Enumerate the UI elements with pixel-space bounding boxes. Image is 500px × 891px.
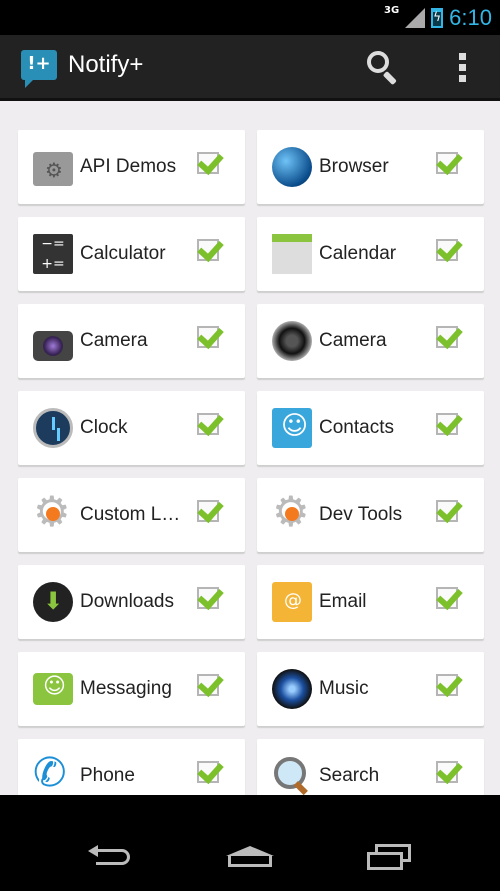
status-time: 6:10 bbox=[449, 4, 492, 30]
gear-icon bbox=[33, 487, 73, 536]
camera-lens-icon bbox=[272, 321, 312, 361]
app-checkbox[interactable] bbox=[197, 500, 219, 522]
download-icon bbox=[33, 582, 73, 622]
search-button[interactable] bbox=[365, 49, 403, 87]
app-checkbox[interactable] bbox=[436, 587, 458, 609]
app-checkbox[interactable] bbox=[436, 152, 458, 174]
back-button[interactable] bbox=[88, 845, 132, 869]
app-label: Email bbox=[319, 591, 367, 612]
app-card[interactable]: Messaging bbox=[18, 652, 245, 726]
app-label: Phone bbox=[80, 765, 135, 786]
app-label: Browser bbox=[319, 156, 389, 177]
app-label: Messaging bbox=[80, 678, 172, 699]
app-checkbox[interactable] bbox=[436, 413, 458, 435]
app-card[interactable]: Downloads bbox=[18, 565, 245, 639]
network-type: 3G bbox=[384, 5, 400, 16]
app-label: Music bbox=[319, 678, 369, 699]
phone-icon bbox=[33, 750, 73, 795]
app-list[interactable]: API Demos Browser −=+= Calculator Calenda… bbox=[0, 101, 500, 795]
app-label: Search bbox=[319, 765, 380, 786]
app-card[interactable]: Contacts bbox=[257, 391, 484, 465]
app-checkbox[interactable] bbox=[436, 674, 458, 696]
app-label: Downloads bbox=[80, 591, 174, 612]
app-logo-icon[interactable]: !+ bbox=[21, 50, 57, 88]
app-checkbox[interactable] bbox=[197, 674, 219, 696]
app-title: Notify+ bbox=[68, 51, 144, 78]
gear-icon bbox=[272, 487, 312, 536]
app-card[interactable]: Camera bbox=[18, 304, 245, 378]
messaging-icon bbox=[33, 673, 73, 705]
app-label: Dev Tools bbox=[319, 504, 403, 525]
signal-icon bbox=[405, 7, 426, 28]
app-checkbox[interactable] bbox=[197, 587, 219, 609]
search-icon bbox=[367, 51, 389, 73]
overflow-menu-button[interactable] bbox=[455, 53, 469, 85]
app-label: Camera bbox=[319, 330, 387, 351]
app-card[interactable]: Custom L… bbox=[18, 478, 245, 552]
app-checkbox[interactable] bbox=[436, 326, 458, 348]
app-checkbox[interactable] bbox=[197, 152, 219, 174]
app-label: Calendar bbox=[319, 243, 397, 264]
app-card[interactable]: Phone bbox=[18, 739, 245, 795]
app-card[interactable]: −= += Calculator bbox=[18, 217, 245, 291]
email-icon bbox=[272, 582, 312, 622]
globe-icon bbox=[272, 147, 312, 187]
app-checkbox[interactable] bbox=[197, 761, 219, 783]
app-checkbox[interactable] bbox=[436, 239, 458, 261]
navigation-bar bbox=[0, 822, 500, 891]
app-label: Contacts bbox=[319, 417, 394, 438]
app-card[interactable]: Browser bbox=[257, 130, 484, 204]
app-checkbox[interactable] bbox=[197, 413, 219, 435]
clock-icon bbox=[33, 408, 73, 448]
app-card[interactable]: Calendar bbox=[257, 217, 484, 291]
recent-apps-button[interactable] bbox=[367, 844, 413, 872]
music-icon bbox=[272, 669, 312, 709]
app-checkbox[interactable] bbox=[436, 761, 458, 783]
folder-gear-icon bbox=[33, 152, 73, 186]
app-label: Custom L… bbox=[80, 504, 180, 525]
app-card[interactable]: API Demos bbox=[18, 130, 245, 204]
action-bar: !+ Notify+ bbox=[0, 35, 500, 101]
status-bar: 3G 6:10 bbox=[0, 0, 500, 35]
app-checkbox[interactable] bbox=[197, 326, 219, 348]
app-card[interactable]: Clock bbox=[18, 391, 245, 465]
battery-charging-icon bbox=[431, 7, 444, 28]
app-card[interactable]: Email bbox=[257, 565, 484, 639]
app-card[interactable]: Music bbox=[257, 652, 484, 726]
home-button[interactable] bbox=[226, 846, 274, 867]
app-card[interactable]: Dev Tools bbox=[257, 478, 484, 552]
camera-icon bbox=[33, 331, 73, 361]
contacts-icon bbox=[272, 408, 312, 448]
app-card[interactable]: Camera bbox=[257, 304, 484, 378]
app-card[interactable]: Search bbox=[257, 739, 484, 795]
calculator-icon: −= += bbox=[33, 234, 73, 274]
app-label: Calculator bbox=[80, 243, 166, 264]
calendar-icon bbox=[272, 234, 312, 274]
app-checkbox[interactable] bbox=[197, 239, 219, 261]
app-label: Camera bbox=[80, 330, 148, 351]
app-checkbox[interactable] bbox=[436, 500, 458, 522]
search-icon bbox=[272, 756, 312, 795]
app-label: API Demos bbox=[80, 156, 177, 177]
app-label: Clock bbox=[80, 417, 128, 438]
